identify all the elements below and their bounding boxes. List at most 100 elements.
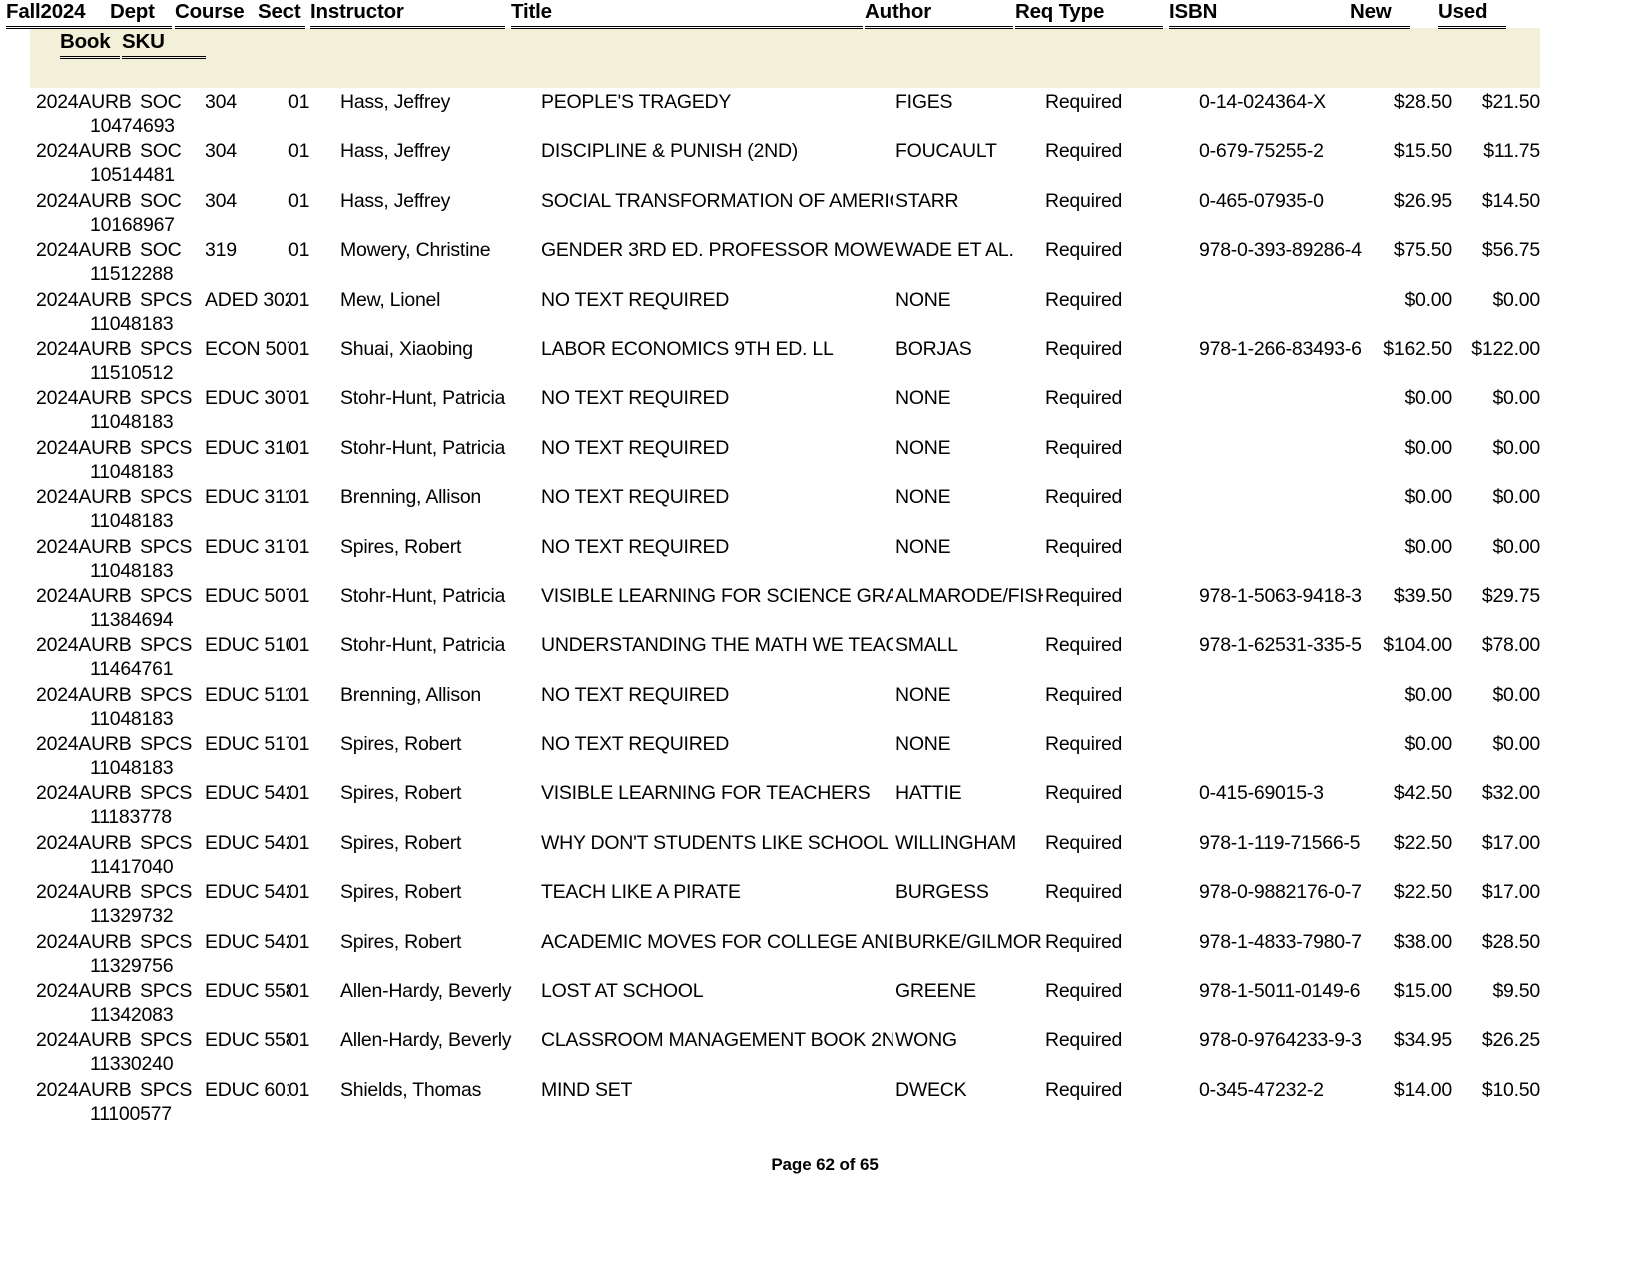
cell-used: $0.00: [1492, 683, 1540, 706]
cell-book-sku: 11048183: [90, 707, 174, 730]
cell-book-sku: 10474693: [90, 115, 175, 137]
cell-author: NONE: [895, 486, 951, 509]
cell-isbn: 978-1-4833-7980-7: [1199, 930, 1362, 953]
cell-new: $0.00: [1404, 535, 1452, 558]
cell-book-sku: 11384694: [90, 608, 174, 631]
cell-used: $17.00: [1481, 881, 1540, 904]
table-header-row-primary: Fall2024 Dept Course Sect Instructor Tit…: [0, 0, 1510, 30]
cell-title: MIND SET: [541, 1078, 633, 1101]
cell-instructor: Shuai, Xiaobing: [340, 337, 473, 360]
cell-dept: SPCS: [140, 1029, 193, 1052]
table-row: 2024AURB SPCS EDUC 517 01 Spires, Robert NO T…: [0, 730, 1650, 779]
cell-term: 2024AURB: [36, 584, 132, 607]
cell-sect: 01: [288, 91, 310, 113]
column-header-title: Title: [511, 0, 863, 29]
column-header-new: New: [1350, 0, 1410, 29]
cell-new: $0.00: [1404, 486, 1452, 509]
cell-term: 2024AURB: [36, 930, 132, 953]
cell-course: EDUC 317: [205, 535, 289, 558]
cell-isbn: 978-1-5063-9418-3: [1199, 584, 1362, 607]
cell-author: BURKE/GILMORE: [895, 930, 1043, 953]
table-row: 2024AURB SPCS EDUC 507 01 Stohr-Hunt, Patric…: [0, 582, 1650, 631]
cell-title: SOCIAL TRANSFORMATION OF AMERICAN: [541, 189, 893, 212]
cell-book-sku: 11048183: [90, 411, 174, 434]
cell-new: $0.00: [1404, 733, 1452, 756]
cell-title: LOST AT SCHOOL: [541, 980, 704, 1003]
cell-used: $28.50: [1481, 930, 1540, 953]
cell-req-type: Required: [1045, 387, 1123, 410]
cell-req-type: Required: [1045, 486, 1123, 509]
cell-instructor: Spires, Robert: [340, 930, 462, 953]
cell-used: $29.75: [1481, 584, 1540, 607]
cell-book-sku: 10514481: [90, 164, 175, 187]
cell-course: 304: [205, 189, 237, 212]
cell-new: $42.50: [1393, 782, 1452, 805]
cell-term: 2024AURB: [36, 1078, 132, 1101]
cell-instructor: Stohr-Hunt, Patricia: [340, 634, 506, 657]
column-header-author: Author: [865, 0, 1013, 29]
cell-req-type: Required: [1045, 683, 1123, 706]
cell-req-type: Required: [1045, 337, 1123, 360]
cell-instructor: Stohr-Hunt, Patricia: [340, 436, 506, 459]
cell-isbn: 978-1-266-83493-6: [1199, 337, 1362, 360]
cell-author: NONE: [895, 387, 951, 410]
cell-isbn: 978-1-62531-335-5: [1199, 634, 1362, 657]
cell-used: $0.00: [1492, 486, 1540, 509]
cell-instructor: Mowery, Christine: [340, 239, 491, 262]
cell-title: VISIBLE LEARNING FOR TEACHERS: [541, 782, 871, 805]
cell-req-type: Required: [1045, 1078, 1123, 1101]
cell-dept: SPCS: [140, 288, 193, 311]
cell-term: 2024AURB: [36, 387, 132, 410]
cell-isbn: 978-1-119-71566-5: [1199, 831, 1361, 854]
cell-instructor: Hass, Jeffrey: [340, 140, 451, 163]
cell-term: 2024AURB: [36, 980, 132, 1003]
cell-book-sku: 11512288: [90, 263, 174, 286]
cell-sect: 01: [288, 387, 310, 410]
cell-term: 2024AURB: [36, 683, 132, 706]
cell-instructor: Spires, Robert: [340, 733, 462, 756]
cell-book-sku: 11329756: [90, 954, 174, 977]
cell-sect: 01: [288, 584, 310, 607]
cell-title: GENDER 3RD ED. PROFESSOR MOWERY: [541, 239, 893, 262]
cell-new: $0.00: [1404, 387, 1452, 410]
cell-isbn: 0-14-024364-X: [1199, 91, 1326, 113]
cell-used: $21.50: [1481, 91, 1540, 113]
cell-sect: 01: [288, 288, 310, 311]
cell-req-type: Required: [1045, 288, 1123, 311]
cell-req-type: Required: [1045, 436, 1123, 459]
cell-term: 2024AURB: [36, 239, 132, 262]
column-header-req-type: Req Type: [1015, 0, 1163, 29]
cell-course: EDUC 311: [205, 486, 289, 509]
cell-req-type: Required: [1045, 584, 1123, 607]
cell-title: WHY DON'T STUDENTS LIKE SCHOOL 2ND: [541, 831, 893, 854]
cell-instructor: Brenning, Allison: [340, 486, 482, 509]
cell-sect: 01: [288, 980, 310, 1003]
cell-req-type: Required: [1045, 140, 1123, 163]
table-row: 2024AURB SPCS EDUC 542 01 Spires, Robert ACAD…: [0, 928, 1650, 977]
column-header-sect: Sect: [258, 0, 305, 29]
cell-title: ACADEMIC MOVES FOR COLLEGE AND C: [541, 930, 893, 953]
cell-instructor: Spires, Robert: [340, 831, 462, 854]
table-body: 2024AURB SOC 304 01 Hass, Jeffrey PEOPLE'S TR…: [0, 88, 1650, 1125]
cell-book-sku: 11048183: [90, 460, 174, 483]
cell-used: $9.50: [1492, 980, 1540, 1003]
table-row: 2024AURB SPCS EDUC 542 01 Spires, Robert VISI…: [0, 779, 1650, 828]
cell-book-sku: 11048183: [90, 510, 174, 533]
cell-dept: SPCS: [140, 733, 193, 756]
cell-dept: SOC: [140, 140, 182, 163]
cell-req-type: Required: [1045, 782, 1123, 805]
table-row: 2024AURB SPCS EDUC 307 01 Stohr-Hunt, Patric…: [0, 384, 1650, 433]
cell-req-type: Required: [1045, 634, 1123, 657]
cell-used: $32.00: [1481, 782, 1540, 805]
cell-instructor: Brenning, Allison: [340, 683, 482, 706]
cell-term: 2024AURB: [36, 831, 132, 854]
cell-term: 2024AURB: [36, 1029, 132, 1052]
cell-course: 304: [205, 140, 237, 163]
report-page: Fall2024 Dept Course Sect Instructor Tit…: [0, 0, 1650, 1275]
cell-used: $10.50: [1481, 1078, 1540, 1101]
column-header-term: Fall2024: [6, 0, 118, 29]
cell-author: WONG: [895, 1029, 957, 1052]
cell-used: $0.00: [1492, 535, 1540, 558]
cell-title: DISCIPLINE & PUNISH (2ND): [541, 140, 799, 163]
cell-term: 2024AURB: [36, 535, 132, 558]
